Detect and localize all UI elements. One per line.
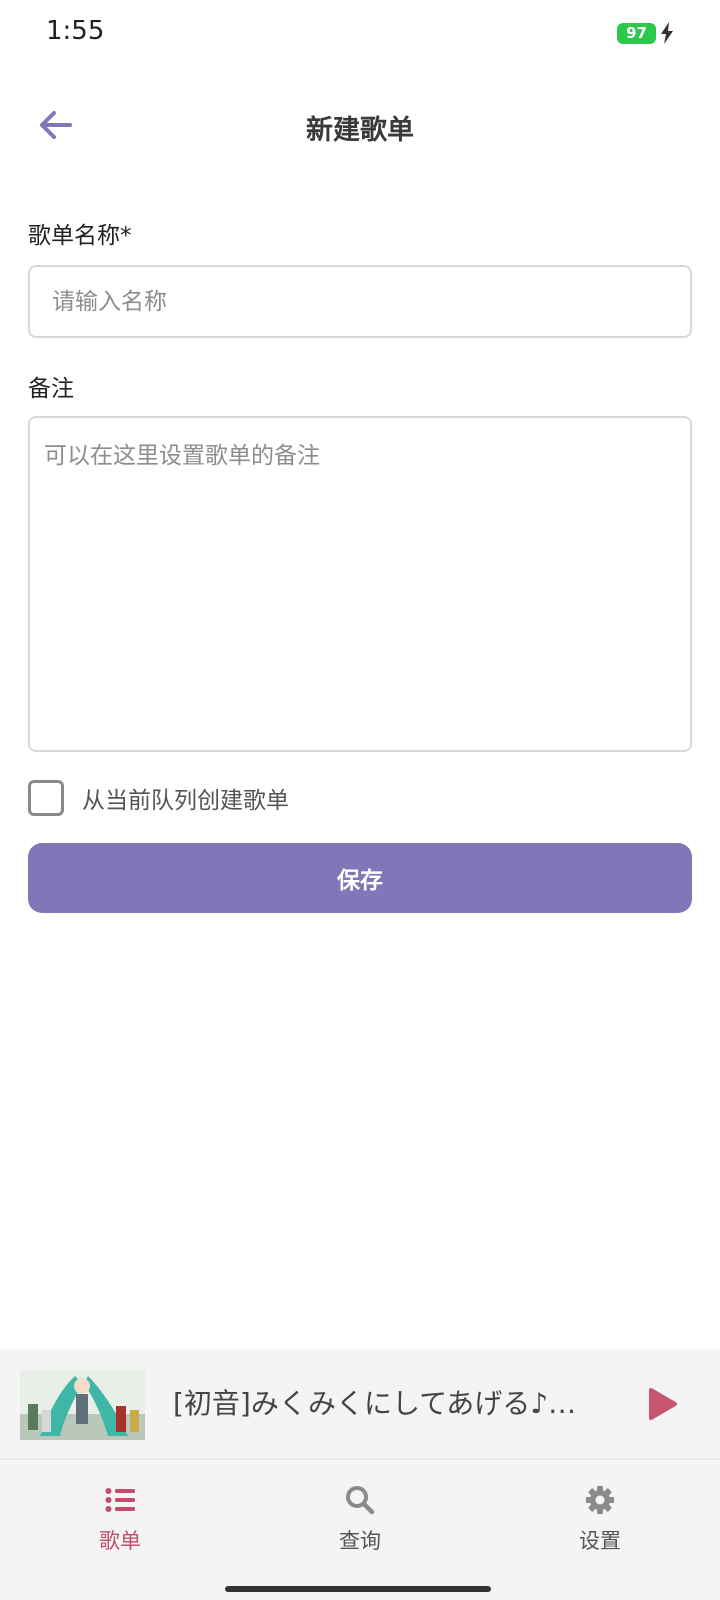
create-from-queue-label[interactable]: 从当前队列创建歌单 xyxy=(82,781,289,815)
status-time: 1:55 xyxy=(46,16,105,46)
play-button[interactable] xyxy=(640,1381,686,1427)
battery-indicator: 97 xyxy=(617,23,656,44)
mini-player[interactable]: [初音]みくみくにしてあげる♪【してやんよ】 xyxy=(0,1349,720,1460)
gear-icon xyxy=(583,1483,617,1517)
play-icon xyxy=(649,1388,677,1420)
album-art[interactable] xyxy=(20,1370,145,1440)
list-icon xyxy=(103,1483,137,1517)
playlist-name-input[interactable] xyxy=(28,265,692,338)
search-icon xyxy=(343,1483,377,1517)
top-app-bar: 新建歌单 xyxy=(0,90,720,160)
note-label: 备注 xyxy=(28,376,74,402)
status-bar: 1:55 97 xyxy=(0,0,720,66)
note-textarea[interactable] xyxy=(28,416,692,752)
save-button[interactable]: 保存 xyxy=(28,843,692,913)
home-indicator[interactable] xyxy=(225,1586,491,1592)
nav-item-settings[interactable]: 设置 xyxy=(480,1461,720,1581)
charging-icon xyxy=(661,22,673,44)
bottom-navigation: 歌单 查询 设置 xyxy=(0,1461,720,1600)
nav-label-settings: 设置 xyxy=(579,1529,621,1553)
nav-label-playlists: 歌单 xyxy=(99,1529,141,1553)
page-title: 新建歌单 xyxy=(306,115,414,146)
create-from-queue-row[interactable]: 从当前队列创建歌单 xyxy=(28,780,289,816)
album-art-image xyxy=(20,1370,145,1440)
nav-item-playlists[interactable]: 歌单 xyxy=(0,1461,240,1581)
now-playing-title[interactable]: [初音]みくみくにしてあげる♪【してやんよ】 xyxy=(173,1382,593,1422)
nav-item-search[interactable]: 查询 xyxy=(240,1461,480,1581)
create-from-queue-checkbox[interactable] xyxy=(28,780,64,816)
playlist-name-label: 歌单名称* xyxy=(28,223,132,249)
nav-label-search: 查询 xyxy=(339,1529,381,1553)
